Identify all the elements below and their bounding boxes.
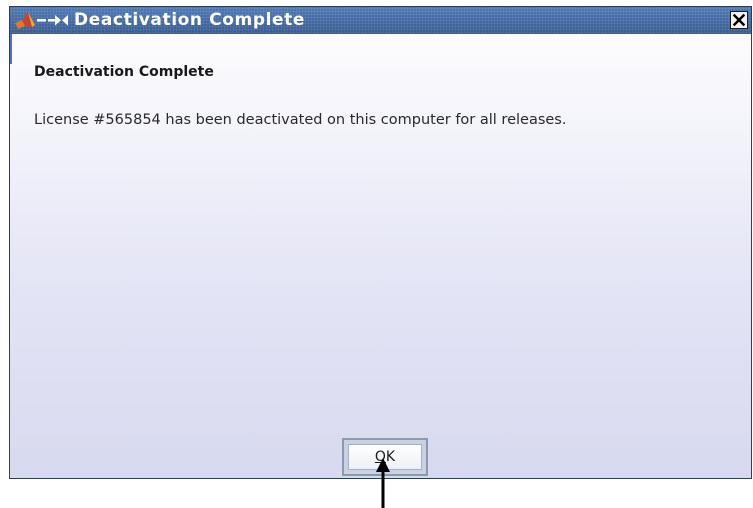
- window-title: Deactivation Complete: [74, 10, 306, 30]
- matlab-logo-icon: [15, 12, 35, 29]
- dialog-heading: Deactivation Complete: [34, 64, 214, 80]
- close-icon: [732, 13, 746, 27]
- minimize-icon[interactable]: [37, 19, 46, 22]
- title-bar[interactable]: Deactivation Complete: [10, 7, 751, 34]
- close-button[interactable]: [730, 11, 748, 29]
- maximize-icon[interactable]: [48, 15, 68, 26]
- deactivation-dialog: Deactivation Complete Deactivation Compl…: [9, 6, 752, 479]
- window-edge-accent: [10, 34, 12, 64]
- dialog-message: License #565854 has been deactivated on …: [34, 112, 567, 128]
- arrow-pointer-icon: [376, 458, 390, 508]
- window-controls-icon: [15, 12, 68, 29]
